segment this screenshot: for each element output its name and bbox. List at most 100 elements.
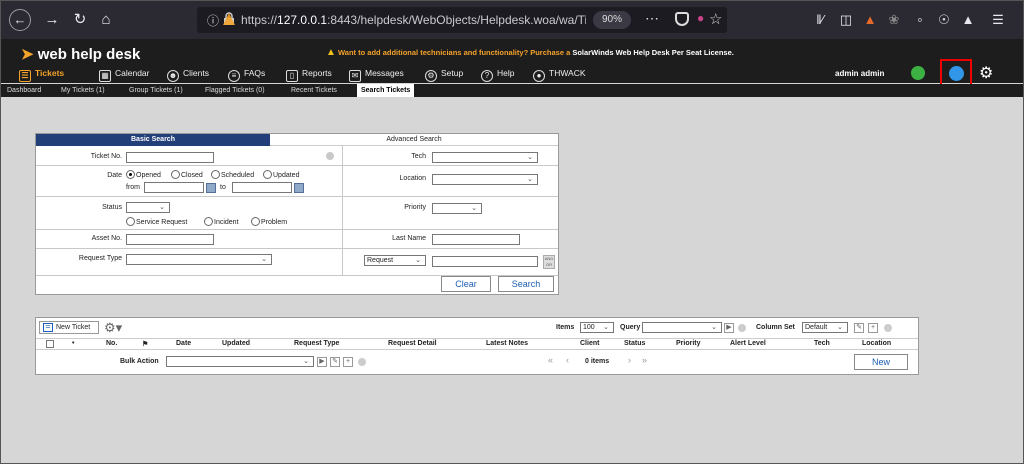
column-request-detail[interactable]: Request Detail [388,340,437,347]
search-button[interactable]: Search [498,276,554,292]
zoom-level-badge[interactable]: 90% [593,11,631,29]
next-page-icon[interactable]: › [628,355,631,365]
date-updated-radio[interactable]: Updated [263,170,299,179]
column-tech[interactable]: Tech [814,340,830,347]
date-opened-radio[interactable]: Opened [126,170,161,179]
asset-no-input[interactable] [126,234,214,245]
nav-calendar[interactable]: ▦ Calendar [99,66,150,82]
settings-gear-icon[interactable]: ⚙ [979,63,993,83]
user-profile-highlight[interactable] [940,59,972,86]
date-scheduled-radio[interactable]: Scheduled [211,170,254,179]
first-page-icon[interactable]: « [548,355,553,365]
add-plus-icon[interactable]: + [868,323,878,333]
column-flag-icon[interactable]: ⚑ [142,340,148,348]
run-query-icon[interactable]: ▶ [724,323,734,333]
column-updated[interactable]: Updated [222,340,250,347]
nav-faqs[interactable]: ≡ FAQs [228,66,265,82]
request-type-select[interactable]: ⌄ [126,254,272,265]
column-status[interactable]: Status [624,340,645,347]
info-icon[interactable] [884,324,892,332]
subtab-my-tickets[interactable]: My Tickets (1) [57,84,109,97]
extension-tree-icon[interactable]: ▲ [959,11,977,29]
new-ticket-button[interactable]: ☰ New Ticket [39,321,99,334]
clear-button[interactable]: Clear [441,276,491,292]
license-warning[interactable]: ▲ Want to add additional technicians and… [326,47,734,58]
date-to-input[interactable] [232,182,292,193]
reload-icon[interactable]: ↻ [69,9,91,31]
nav-thwack[interactable]: ● THWACK [533,66,586,82]
date-from-input[interactable] [144,182,204,193]
query-select[interactable]: ⌄ [642,322,722,333]
column-date[interactable]: Date [176,340,191,347]
pocket-icon[interactable] [675,12,689,26]
more-actions-icon[interactable]: ⋯ [645,10,660,27]
user-profile-icon[interactable] [949,66,964,81]
edit-pencil-icon[interactable]: ✎ [330,357,340,367]
forward-arrow-icon[interactable]: → [41,9,63,31]
nav-setup[interactable]: ⚙ Setup [425,66,463,82]
column-location[interactable]: Location [862,340,891,347]
sidebar-icon[interactable]: ◫ [837,11,855,29]
request-field-select[interactable]: Request ⌄ [364,255,426,266]
service-request-radio[interactable]: Service Request [126,217,187,226]
extension-leaf-icon[interactable]: ❀ [885,11,903,29]
calendar-picker-icon[interactable] [206,183,216,193]
last-page-icon[interactable]: » [642,355,647,365]
items-per-page-select[interactable]: 100 ⌄ [580,322,614,333]
subtab-recent-tickets[interactable]: Recent Tickets [287,84,341,97]
add-plus-icon[interactable]: + [343,357,353,367]
column-alert-level[interactable]: Alert Level [730,340,766,347]
subtab-group-tickets[interactable]: Group Tickets (1) [125,84,187,97]
priority-select[interactable]: ⌄ [432,203,482,214]
extension-icon[interactable]: ● [697,11,704,25]
column-no[interactable]: No. [106,340,117,347]
account-icon[interactable]: ☉ [935,11,953,29]
tab-advanced-search[interactable]: Advanced Search [270,134,558,146]
nav-tickets[interactable]: ☰ Tickets [19,66,64,82]
info-icon[interactable] [738,324,746,332]
subtab-flagged-tickets[interactable]: Flagged Tickets (0) [201,84,269,97]
info-icon[interactable] [358,358,366,366]
address-bar[interactable]: ⓘ https://127.0.0.1:8443/helpdesk/WebObj… [197,7,727,33]
home-icon[interactable]: ⌂ [95,9,117,31]
bulk-action-select[interactable]: ⌄ [166,356,314,367]
tab-basic-search[interactable]: Basic Search [36,134,270,146]
extension-fox-icon[interactable]: ▲ [861,11,879,29]
nav-messages[interactable]: ✉ Messages [349,66,404,82]
info-icon[interactable]: ⓘ [207,12,219,29]
ticket-actions-gear-icon[interactable]: ⚙▾ [104,320,122,336]
column-request-type[interactable]: Request Type [294,340,339,347]
date-closed-radio[interactable]: Closed [171,170,203,179]
new-button[interactable]: New [854,354,908,370]
extension-dot-icon[interactable]: ∘ [911,11,929,29]
column-latest-notes[interactable]: Latest Notes [486,340,528,347]
request-value-input[interactable] [432,256,538,267]
ticket-no-input[interactable] [126,152,214,163]
subtab-search-tickets[interactable]: Search Tickets [357,84,415,97]
and-or-toggle[interactable]: AND OR [543,255,555,269]
run-bulk-action-icon[interactable]: ▶ [317,357,327,367]
problem-radio[interactable]: Problem [251,217,287,226]
nav-help[interactable]: ? Help [481,66,514,82]
select-all-checkbox[interactable] [46,340,54,348]
tech-select[interactable]: ⌄ [432,152,538,163]
location-select[interactable]: ⌄ [432,174,538,185]
info-icon[interactable] [326,152,334,160]
column-priority[interactable]: Priority [676,340,701,347]
calendar-picker-icon[interactable] [294,183,304,193]
incident-radio[interactable]: Incident [204,217,239,226]
url-text[interactable]: https://127.0.0.1:8443/helpdesk/WebObjec… [241,13,586,27]
status-icon[interactable] [911,66,925,80]
column-client[interactable]: Client [580,340,599,347]
library-icon[interactable]: ‖∕ [811,11,829,29]
last-name-input[interactable] [432,234,520,245]
bookmark-star-icon[interactable]: ☆ [709,10,722,28]
subtab-dashboard[interactable]: Dashboard [3,84,45,97]
edit-pencil-icon[interactable]: ✎ [854,323,864,333]
web-help-desk-logo[interactable]: ➤ web help desk [21,45,140,63]
nav-clients[interactable]: ☻ Clients [167,66,209,82]
insecure-lock-icon[interactable] [223,12,235,26]
user-name[interactable]: admin admin [835,69,884,78]
hamburger-menu-icon[interactable]: ☰ [989,11,1007,29]
status-select[interactable]: ⌄ [126,202,170,213]
